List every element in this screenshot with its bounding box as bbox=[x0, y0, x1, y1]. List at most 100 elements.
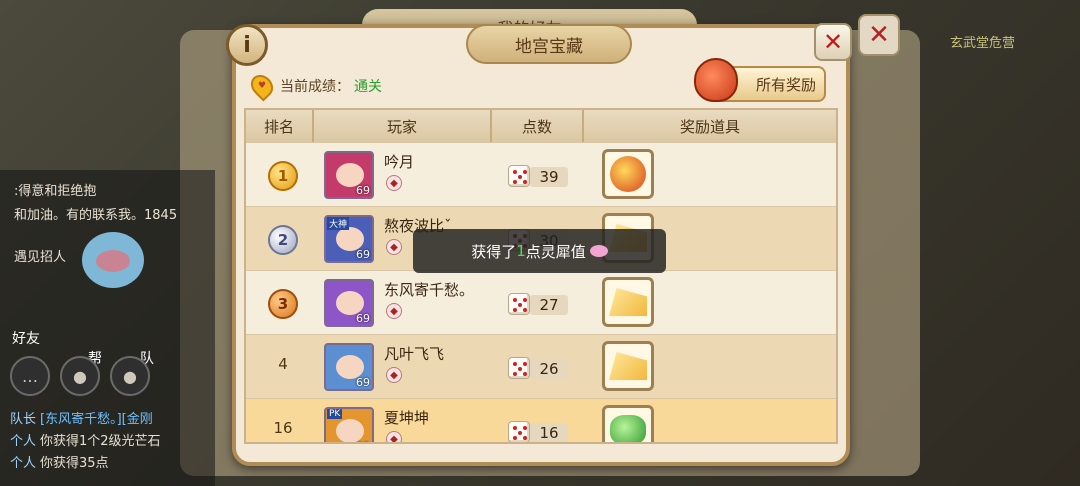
chat-channel: 个人 bbox=[10, 456, 37, 471]
reward-item-slot[interactable] bbox=[602, 149, 654, 199]
dice-pip bbox=[513, 298, 517, 302]
table-row[interactable]: 16 69 PK 夏坤坤 ◆ 16 bbox=[246, 398, 836, 442]
dice-pip bbox=[513, 426, 517, 430]
chat-text: 你获得1个2级光芒石 bbox=[40, 434, 161, 449]
points-value: 27 bbox=[530, 295, 568, 315]
dice-pip bbox=[523, 298, 527, 302]
header-player: 玩家 bbox=[314, 110, 492, 142]
toast-suffix: 点灵犀值 bbox=[525, 242, 586, 261]
chat-icon[interactable]: … bbox=[10, 356, 50, 396]
player-avatar[interactable]: 69 PK bbox=[324, 407, 374, 442]
close-button[interactable]: ✕ bbox=[814, 23, 852, 61]
player-name: 东风寄千愁。 bbox=[384, 281, 475, 299]
reward-item-slot[interactable] bbox=[602, 277, 654, 327]
chat-channel: 队长 bbox=[10, 412, 37, 427]
chat-text: [东风寄千愁。][金刚 bbox=[40, 412, 153, 427]
table-row[interactable]: 3 69 东风寄千愁。 ◆ 27 bbox=[246, 270, 836, 334]
player-level: 69 bbox=[356, 376, 370, 389]
player-name: 吟月 bbox=[384, 153, 415, 171]
reward-item-slot[interactable] bbox=[602, 341, 654, 391]
score-label: 当前成绩： bbox=[280, 79, 350, 95]
info-button[interactable]: i bbox=[226, 24, 268, 66]
cheese-icon bbox=[609, 288, 647, 316]
player-avatar[interactable]: 69 bbox=[324, 279, 374, 327]
voice-team-icon[interactable]: ● bbox=[110, 356, 150, 396]
player-level: 69 bbox=[356, 248, 370, 261]
ranking-table: 排名 玩家 点数 奖励道具 169吟月◆39269大神熬夜波比ˇ◆30369东风… bbox=[244, 108, 838, 444]
dice-icon bbox=[508, 357, 530, 379]
invite-text: 遇见招人 bbox=[14, 250, 67, 265]
dice-pip bbox=[523, 426, 527, 430]
table-row[interactable]: 1 69 吟月 ◆ 39 bbox=[246, 142, 836, 206]
header-rank: 排名 bbox=[246, 110, 314, 142]
dice-pip bbox=[523, 362, 527, 366]
player-badge: 大神 bbox=[327, 217, 350, 230]
reward-item-slot[interactable] bbox=[602, 405, 654, 442]
rank-badge: 1 bbox=[268, 161, 298, 191]
location-label: 玄武堂危营 bbox=[950, 36, 1016, 51]
points-value: 16 bbox=[530, 423, 568, 442]
player-avatar[interactable]: 69 大神 bbox=[324, 215, 374, 263]
points-value: 26 bbox=[530, 359, 568, 379]
toast-prefix: 获得了 bbox=[471, 242, 517, 261]
heart-icon bbox=[589, 245, 608, 257]
rank-badge: 4 bbox=[278, 355, 288, 373]
friends-button[interactable]: 好友 bbox=[12, 328, 40, 348]
dice-pip bbox=[513, 308, 517, 312]
header-points: 点数 bbox=[492, 110, 584, 142]
dice-pip bbox=[518, 175, 522, 179]
dice-icon bbox=[508, 293, 530, 315]
chat-log-line: 个人 你获得35点 bbox=[10, 452, 109, 471]
school-icon: ◆ bbox=[386, 367, 402, 383]
dice-pip bbox=[518, 303, 522, 307]
player-badge: PK bbox=[327, 409, 343, 419]
player-level: 69 bbox=[356, 312, 370, 325]
rank-badge: 16 bbox=[273, 419, 293, 437]
dice-pip bbox=[523, 308, 527, 312]
dice-pip bbox=[513, 362, 517, 366]
green-gem-icon bbox=[610, 415, 646, 442]
player-avatar[interactable]: 69 bbox=[324, 151, 374, 199]
player-avatar[interactable]: 69 bbox=[324, 343, 374, 391]
chat-message: 和加油。有的联系我。1845 bbox=[14, 208, 178, 223]
friends-close-button[interactable]: ✕ bbox=[858, 14, 900, 56]
school-icon: ◆ bbox=[386, 431, 402, 442]
dice-pip bbox=[523, 180, 527, 184]
dice-pip bbox=[513, 170, 517, 174]
player-level: 69 bbox=[356, 440, 370, 442]
cheese-icon bbox=[609, 352, 647, 380]
pet-avatar-face bbox=[96, 250, 130, 272]
red-bag-icon bbox=[610, 156, 646, 192]
voice-icon[interactable]: ● bbox=[60, 356, 100, 396]
player-name: 夏坤坤 bbox=[384, 409, 430, 427]
dice-pip bbox=[518, 431, 522, 435]
chat-log-line: 个人 你获得1个2级光芒石 bbox=[10, 430, 161, 449]
school-icon: ◆ bbox=[386, 175, 402, 191]
dice-pip bbox=[523, 170, 527, 174]
header-reward: 奖励道具 bbox=[679, 117, 740, 136]
school-icon: ◆ bbox=[386, 303, 402, 319]
chat-channel: 个人 bbox=[10, 434, 37, 449]
reward-toast: 获得了 1 点灵犀值 bbox=[413, 229, 666, 273]
table-header: 排名 玩家 点数 奖励道具 bbox=[246, 110, 836, 142]
dice-pip bbox=[513, 436, 517, 440]
all-rewards-label: 所有奖励 bbox=[755, 75, 816, 94]
player-level: 69 bbox=[356, 184, 370, 197]
toast-amount: 1 bbox=[516, 242, 526, 260]
dialog-title: 地宫宝藏 bbox=[466, 24, 632, 64]
chat-message: :得意和拒绝抱 bbox=[14, 184, 97, 199]
dice-icon bbox=[508, 165, 530, 187]
player-name: 凡叶飞飞 bbox=[384, 345, 445, 363]
location-pin-icon: ♥ bbox=[246, 70, 278, 102]
dice-pip bbox=[523, 436, 527, 440]
lucky-bag-icon bbox=[694, 58, 738, 102]
dice-icon bbox=[508, 421, 530, 442]
game-screen: 我的好友 ✕ 玄武堂危营 :得意和拒绝抱 和加油。有的联系我。1845 遇见招人… bbox=[0, 0, 1080, 486]
dice-pip bbox=[513, 180, 517, 184]
chat-text: 你获得35点 bbox=[40, 456, 109, 471]
dice-pip bbox=[518, 367, 522, 371]
points-value: 39 bbox=[530, 167, 568, 187]
table-row[interactable]: 4 69 凡叶飞飞 ◆ 26 bbox=[246, 334, 836, 398]
dice-pip bbox=[513, 372, 517, 376]
rank-badge: 2 bbox=[268, 225, 298, 255]
